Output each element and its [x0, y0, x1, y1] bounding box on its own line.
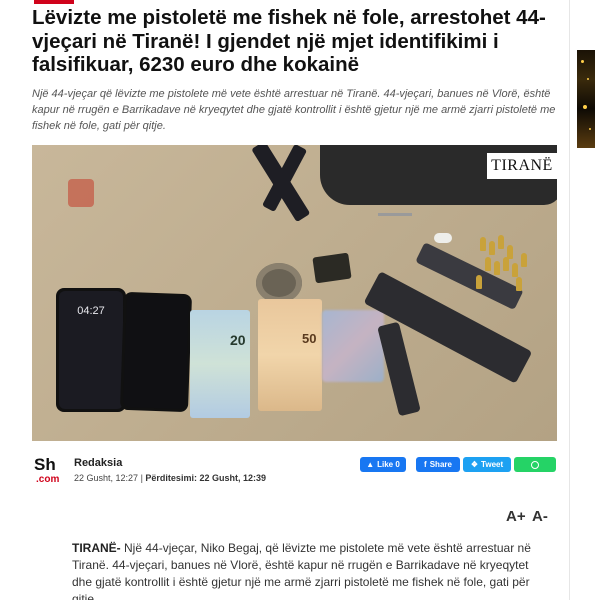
article-dates: 22 Gusht, 12:27 | Përditesimi: 22 Gusht,… [74, 473, 266, 483]
banknote-value: 20 [230, 332, 246, 348]
photo-blurred-id-card [322, 310, 384, 382]
site-logo[interactable]: Sh .com [34, 456, 68, 486]
article-body: TIRANË- Një 44-vjeçar, Niko Begaj, që lë… [72, 540, 550, 600]
article-lead: Një 44-vjeçar që lëvizte me pistolete më… [32, 88, 556, 132]
photo-key [378, 213, 412, 216]
published-date: 22 Gusht, 12:27 [74, 473, 139, 483]
author-name[interactable]: Redaksia [74, 457, 122, 469]
article-photo: TIRANË 04:27 20 50 [32, 145, 557, 441]
accent-bar [34, 0, 74, 4]
photo-phone: 04:27 [56, 288, 126, 412]
sidebar-divider [569, 0, 570, 600]
twitter-tweet-button[interactable]: ❖ Tweet [463, 457, 511, 472]
phone-time: 04:27 [77, 305, 105, 317]
photo-banknotes: 50 [258, 299, 322, 411]
photo-white-packet [434, 233, 452, 243]
facebook-like-button[interactable]: ▲ Like 0 [360, 457, 406, 472]
article-title: Lëvizte me pistoletë me fishek në fole, … [32, 6, 546, 76]
font-decrease-button[interactable]: A- [532, 508, 548, 525]
date-separator: | [140, 473, 143, 483]
twitter-icon: ❖ [470, 460, 479, 469]
photo-sim-card [312, 252, 352, 284]
whatsapp-icon [531, 460, 539, 469]
image-watermark: TIRANË [487, 153, 557, 179]
logo-text: Sh [34, 455, 56, 474]
police-emblem-icon [68, 179, 94, 207]
facebook-share-button[interactable]: f Share [416, 457, 460, 472]
sidebar-ad-thumbnail[interactable] [577, 50, 595, 148]
photo-phone [119, 291, 193, 413]
thumbs-up-icon: ▲ [366, 460, 375, 469]
facebook-icon: f [424, 460, 427, 469]
article-body-text: Një 44-vjeçar, Niko Begaj, që lëvizte me… [72, 541, 531, 600]
photo-banknotes: 20 [190, 310, 250, 418]
banknote-value: 50 [302, 331, 317, 346]
font-size-controls: A+ A- [504, 508, 556, 526]
photo-round-object [256, 263, 302, 303]
updated-label: Përditesimi: [145, 473, 197, 483]
updated-date: 22 Gusht, 12:39 [199, 473, 266, 483]
logo-domain: .com [36, 474, 60, 485]
article-location: TIRANË- [72, 541, 121, 555]
article-meta: Sh .com Redaksia 22 Gusht, 12:27 | Përdi… [32, 454, 562, 488]
font-increase-button[interactable]: A+ [506, 508, 526, 525]
whatsapp-share-button[interactable] [514, 457, 556, 472]
